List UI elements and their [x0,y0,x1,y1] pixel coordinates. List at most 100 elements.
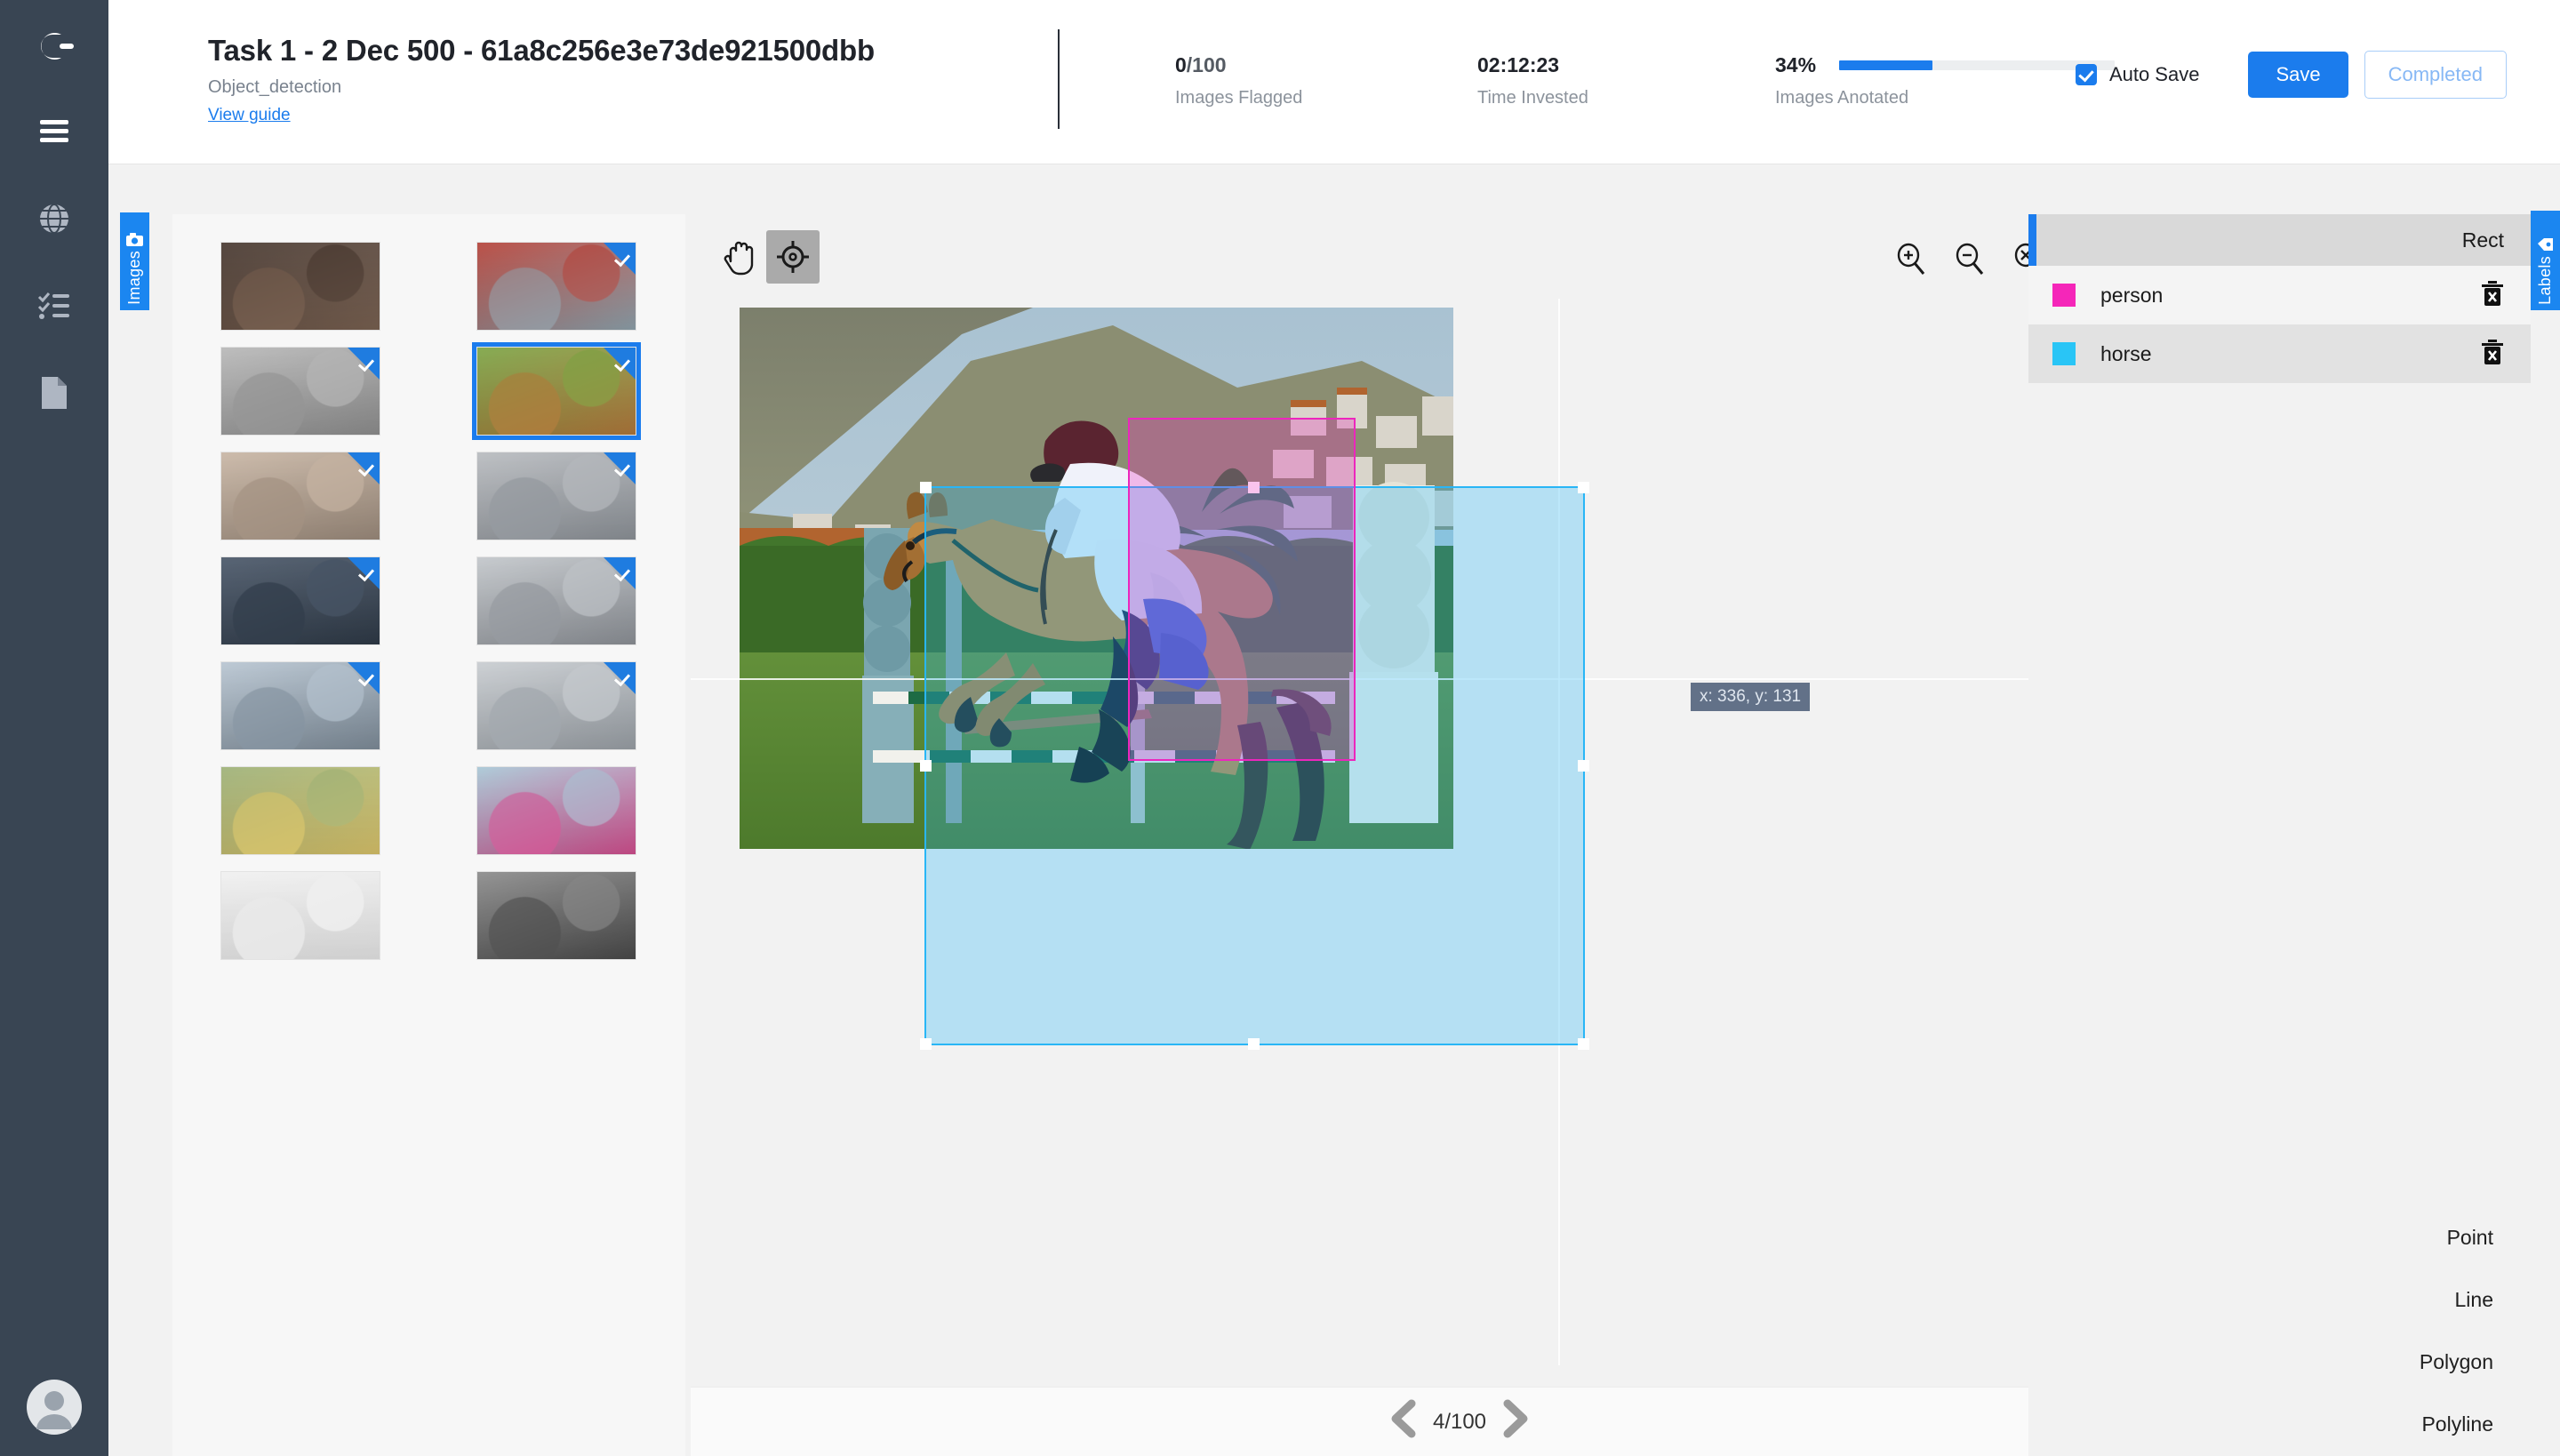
save-button[interactable]: Save [2248,52,2348,98]
auto-save-toggle[interactable]: Auto Save [2076,63,2200,86]
thumbnail-image [221,243,380,330]
active-shape-label: Rect [2462,228,2504,252]
annotation-progress-bar [1839,60,2115,70]
thumbnail-cell [172,339,428,444]
stat-time-invested: 02:12:23 Time Invested [1477,53,1775,108]
header-divider [1058,29,1060,129]
thumbnail-cat-on-couch[interactable] [220,452,380,540]
title-block: Task 1 - 2 Dec 500 - 61a8c256e3e73de9215… [208,34,875,125]
labels-tab-label: Labels [2536,256,2555,305]
zoom-out-icon[interactable] [1940,234,1999,284]
shape-tool-polyline[interactable]: Polyline [2420,1412,2493,1436]
task-type-label: Object_detection [208,77,875,98]
chevron-right-icon[interactable] [1486,1398,1545,1445]
thumbnail-cell [172,863,428,968]
document-icon[interactable] [27,365,82,420]
thumbnail-cluttered-room[interactable] [220,242,380,331]
canvas-toolbar: 1:1 0 [691,214,2228,299]
hamburger-menu-icon[interactable] [27,104,82,159]
thumbnail-cell [172,548,428,653]
thumbnail-blank-image[interactable] [220,871,380,960]
zoom-in-icon[interactable] [1882,234,1940,284]
trash-delete-icon[interactable] [2481,280,2504,311]
thumbnail-cyclists-legs[interactable] [476,556,636,645]
checklist-icon[interactable] [27,278,82,333]
canvas-area: 1:1 0 [691,214,2228,1456]
bbox-handle-bl[interactable] [920,1038,932,1050]
trash-delete-icon[interactable] [2481,339,2504,370]
annotation-progress-fill [1839,60,1932,70]
image-pager: 4/100 [691,1387,2228,1456]
cursor-coordinate-tooltip: x: 336, y: 131 [1691,683,1810,711]
user-avatar-icon[interactable] [25,1378,84,1436]
label-name: horse [2100,342,2481,366]
target-select-icon[interactable] [766,230,820,284]
thumbnail-cell [428,758,684,863]
bounding-box-person[interactable] [1128,418,1355,761]
thumbnail-image [477,872,636,959]
thumbnail-horse-jumping-rider[interactable] [476,347,636,436]
thumbnail-grey-sedan[interactable] [476,661,636,750]
hand-pan-icon[interactable] [713,230,766,284]
label-row-person[interactable]: person [2028,266,2531,324]
auto-save-label: Auto Save [2109,63,2200,86]
labels-panel: Rect person horse Point Line Polygon Poly… [2028,214,2531,1456]
completed-button[interactable]: Completed [2364,51,2507,99]
bbox-handle-tl[interactable] [920,482,932,493]
annotation-stage[interactable]: x: 336, y: 131 [691,299,2228,1365]
thumbnail-cell [428,863,684,968]
tag-icon [2537,237,2554,256]
globe-icon[interactable] [27,191,82,246]
images-tab-label: Images [125,251,144,305]
stat-images-flagged: 0/100 Images Flagged [1175,53,1477,108]
header-stats: 0/100 Images Flagged 02:12:23 Time Inves… [1175,53,2148,108]
shape-tool-polygon[interactable]: Polygon [2420,1350,2493,1374]
thumbnail-check-icon [604,557,636,589]
thumbnail-cell [428,548,684,653]
thumbnail-red-convertible-car[interactable] [476,242,636,331]
thumbnail-check-icon [604,348,636,380]
thumbnail-check-icon [348,348,380,380]
stat-annotated-value: 34% [1775,53,1816,76]
brand-c-logo-icon[interactable] [33,25,76,72]
bbox-handle-mr[interactable] [1578,760,1589,772]
label-list: person horse [2028,266,2531,383]
thumbnail-airplane-tarmac[interactable] [476,766,636,855]
chevron-left-icon[interactable] [1374,1398,1433,1445]
stat-time-value: 02:12:23 [1477,53,1559,76]
thumbnail-two-men-street[interactable] [220,556,380,645]
bbox-handle-ml[interactable] [920,760,932,772]
bbox-handle-bc[interactable] [1248,1038,1260,1050]
thumbnail-bicycle-black-white[interactable] [220,347,380,436]
thumbnail-check-icon [348,662,380,694]
stat-flagged-label: Images Flagged [1175,88,1477,108]
workspace: Images [108,164,2560,1456]
label-color-swatch [2052,284,2076,307]
thumbnail-smoke-scene[interactable] [476,871,636,960]
thumbnail-utility-pole[interactable] [220,661,380,750]
thumbnail-cell [172,234,428,339]
images-panel-tab[interactable]: Images [120,212,149,310]
shape-tool-line[interactable]: Line [2420,1288,2493,1312]
header-actions: Auto Save Save Completed [2076,51,2507,99]
camera-icon [126,232,143,251]
view-guide-link[interactable]: View guide [208,106,291,125]
thumbnail-panel[interactable] [172,214,685,1456]
thumbnail-image [221,767,380,854]
bbox-handle-tr[interactable] [1578,482,1589,493]
thumbnail-silver-car[interactable] [476,452,636,540]
stat-flagged-value: 0 [1175,53,1187,76]
thumbnail-cell [428,339,684,444]
bbox-handle-br[interactable] [1578,1038,1589,1050]
thumbnail-cell [428,234,684,339]
thumbnail-check-icon [604,243,636,275]
shape-tool-point[interactable]: Point [2420,1226,2493,1250]
labels-panel-tab[interactable]: Labels [2531,211,2560,310]
thumbnail-cell [428,444,684,548]
thumbnail-cell [172,444,428,548]
thumbnail-cell [428,653,684,758]
left-nav-rail [0,0,108,1456]
auto-save-checkbox[interactable] [2076,64,2097,85]
label-row-horse[interactable]: horse [2028,324,2531,383]
thumbnail-man-arms-out-signpost[interactable] [220,766,380,855]
